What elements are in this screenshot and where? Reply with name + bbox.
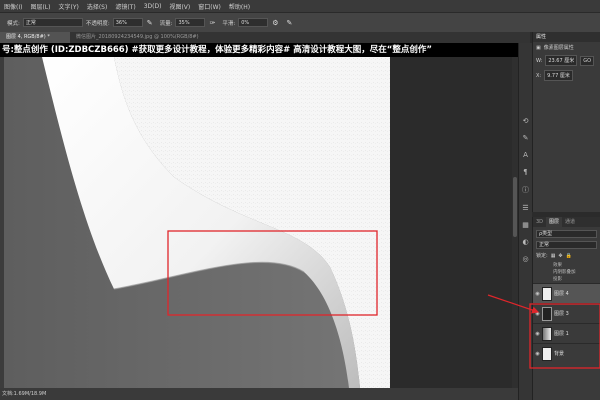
menu-select[interactable]: 选择(S) — [83, 2, 112, 11]
properties-title: 属性 — [533, 32, 600, 42]
width-label: W: — [536, 57, 543, 64]
pressure-size-icon[interactable]: ✎ — [286, 19, 292, 27]
mode-label: 模式: — [7, 20, 20, 27]
lock-row: 锁定: ▦ ✥ 🔒 — [533, 249, 600, 262]
menu-bar: 图像(I) 图层(L) 文字(Y) 选择(S) 滤镜(T) 3D(D) 视图(V… — [0, 0, 600, 12]
gear-icon[interactable]: ⚙ — [272, 19, 278, 27]
swatch-icon[interactable]: ▦ — [522, 221, 529, 229]
visibility-eye-icon[interactable]: ◉ — [533, 311, 542, 317]
lock-all-icon[interactable]: 🔒 — [566, 253, 572, 259]
canvas-area[interactable] — [4, 57, 512, 388]
status-bar: 文档:1.69M/18.9M — [0, 388, 518, 400]
layer-name: 图层 1 — [554, 331, 569, 337]
layers-panel: 3D 图层 通道 ρ类型 正常 锁定: ▦ ✥ 🔒 效果 内阴影叠加 投影 ◉ … — [532, 217, 600, 400]
layer-row-1[interactable]: ◉ 图层 1 — [533, 323, 600, 343]
mode-select[interactable]: 正常 — [22, 18, 83, 27]
effect-inner-shadow[interactable]: 内阴影叠加 — [533, 269, 600, 276]
visibility-eye-icon[interactable]: ◉ — [533, 291, 542, 297]
smooth-input[interactable]: 0% — [238, 18, 269, 27]
tab-layers[interactable]: 图层 — [546, 217, 563, 227]
watermark-banner: 号:整点创作 (ID:ZDBCZB666) #获取更多设计教程，体验更多精彩内容… — [0, 43, 530, 57]
layer-name: 图层 4 — [554, 291, 569, 297]
effect-drop-shadow[interactable]: 投影 — [533, 276, 600, 283]
scrollbar-thumb[interactable] — [513, 177, 517, 237]
menu-layer[interactable]: 图层(L) — [26, 2, 54, 11]
canvas-artwork — [4, 57, 512, 388]
document-tabs: 图层 4, RGB/8#) * 微信图片_20180924234549.jpg … — [0, 32, 530, 43]
layer-row-background[interactable]: ◉ 背景 — [533, 343, 600, 363]
history-icon[interactable]: ⟲ — [523, 117, 529, 125]
doc-size-text: 文档:1.69M/18.9M — [2, 391, 47, 397]
x-label: X: — [536, 72, 542, 79]
menu-3d[interactable]: 3D(D) — [140, 3, 166, 10]
layer-row-4[interactable]: ◉ 图层 4 — [533, 283, 600, 303]
pressure-opacity-icon[interactable]: ✎ — [147, 19, 153, 27]
layer-filter-select[interactable]: ρ类型 — [536, 230, 597, 238]
character-icon[interactable]: A — [523, 151, 528, 159]
layer-thumbnail — [542, 306, 552, 321]
layer-row-3[interactable]: ◉ 图层 3 — [533, 303, 600, 323]
tab-active-document[interactable]: 图层 4, RGB/8#) * — [0, 32, 70, 43]
color-icon[interactable]: ◐ — [522, 238, 528, 246]
paragraph-icon[interactable]: ¶ — [523, 168, 527, 176]
menu-type[interactable]: 文字(Y) — [54, 2, 82, 11]
opacity-input[interactable]: 36% — [112, 18, 143, 27]
tab-wechat-image[interactable]: 微信图片_20180924234549.jpg @ 100%(RGB/8#) — [70, 32, 205, 43]
smooth-label: 平滑: — [222, 20, 236, 27]
lock-move-icon[interactable]: ✥ — [558, 253, 562, 259]
menu-filter[interactable]: 滤镜(T) — [111, 2, 139, 11]
link-button[interactable]: GO — [580, 55, 595, 66]
opacity-label: 不透明度: — [85, 20, 110, 27]
panel-icons-column: ⟲ ✎ A ¶ ⓘ ☰ ▦ ◐ ◎ — [518, 43, 532, 400]
layer-thumbnail — [542, 346, 552, 361]
flow-input[interactable]: 35% — [175, 18, 206, 27]
width-field[interactable]: 23.67 厘米 — [545, 55, 578, 66]
menu-window[interactable]: 窗口(W) — [194, 2, 225, 11]
blend-mode-select[interactable]: 正常 — [536, 241, 597, 249]
menu-image[interactable]: 图像(I) — [0, 2, 26, 11]
layer-name: 图层 3 — [554, 311, 569, 317]
lock-pixels-icon[interactable]: ▦ — [551, 253, 556, 259]
info-icon[interactable]: ⓘ — [522, 185, 529, 195]
airbrush-icon[interactable]: ✑ — [209, 19, 215, 27]
tab-channels[interactable]: 通道 — [562, 217, 578, 227]
properties-panel: 属性 ▣ 像素图层属性 W: 23.67 厘米 GO X: 9.77 厘米 — [532, 32, 600, 212]
layer-thumbnail — [542, 326, 552, 341]
menu-view[interactable]: 视图(V) — [165, 2, 194, 11]
paths-icon[interactable]: ◎ — [522, 255, 528, 263]
adjust-icon[interactable]: ☰ — [522, 204, 528, 212]
visibility-eye-icon[interactable]: ◉ — [533, 351, 542, 357]
menu-help[interactable]: 帮助(H) — [225, 2, 254, 11]
flow-label: 流量: — [159, 20, 173, 27]
options-bar: 模式: 正常 不透明度: 36% ✎ 流量: 35% ✑ 平滑: 0% ⚙ ✎ — [0, 12, 600, 32]
lock-label: 锁定: — [536, 253, 548, 259]
x-field[interactable]: 9.77 厘米 — [544, 70, 573, 81]
visibility-eye-icon[interactable]: ◉ — [533, 331, 542, 337]
effects-label: 效果 — [553, 263, 562, 268]
properties-subtitle: 像素图层属性 — [543, 45, 574, 51]
layer-name: 背景 — [554, 351, 565, 357]
pixel-layer-icon: ▣ — [536, 44, 541, 51]
layer-thumbnail — [542, 286, 552, 301]
brush-settings-icon[interactable]: ✎ — [523, 134, 529, 142]
layers-panel-tabs: 3D 图层 通道 — [533, 217, 600, 227]
tab-3d[interactable]: 3D — [533, 217, 546, 227]
